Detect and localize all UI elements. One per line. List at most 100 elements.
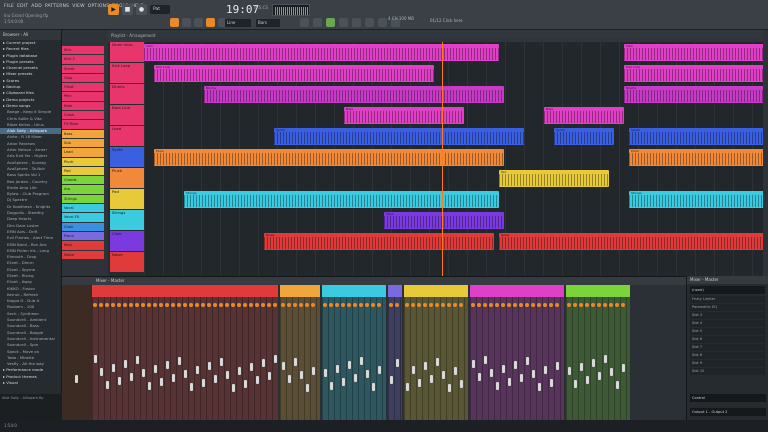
channel-button[interactable]: Choir [62,222,104,231]
pan-knob[interactable] [141,303,145,307]
mixer-fader[interactable] [579,363,583,371]
mixer-fader[interactable] [171,374,175,382]
mixer-group-header[interactable] [388,285,402,297]
mixer-fader[interactable] [371,383,375,391]
pan-knob[interactable] [537,303,541,307]
playlist-clip[interactable]: Bass [344,107,464,124]
pan-knob[interactable] [573,303,577,307]
plugin-picker-icon[interactable] [365,18,374,27]
mixer-group-header[interactable] [470,285,564,297]
mixer-fader[interactable] [267,372,271,380]
track-header[interactable]: Drums [110,84,144,104]
channel-button[interactable]: Bass [62,129,104,138]
step-selector[interactable]: Bars [256,19,280,27]
browser-item[interactable]: Evil Flames - Alert Time [0,235,61,241]
mixer-fader[interactable] [609,368,613,376]
pan-knob[interactable] [153,303,157,307]
pan-knob[interactable] [293,303,297,307]
mixer-window-icon[interactable] [339,18,348,27]
pan-knob[interactable] [549,303,553,307]
browser-item[interactable]: ▸ Visual [0,380,61,386]
channel-button[interactable]: Hihat [62,83,104,92]
mixer-fader[interactable] [519,374,523,382]
mixer-fader[interactable] [117,377,121,385]
pan-knob[interactable] [183,303,187,307]
mixer-fader[interactable] [389,376,393,384]
mixer-fader[interactable] [201,379,205,387]
pan-knob[interactable] [195,303,199,307]
mixer-group-header[interactable] [92,285,278,297]
pan-knob[interactable] [261,303,265,307]
master-fader[interactable] [75,375,78,383]
channel-button[interactable]: Piano [62,231,104,241]
mixer-fader[interactable] [299,371,303,379]
pan-knob[interactable] [165,303,169,307]
mixer-fader[interactable] [591,359,595,367]
mixer-fader[interactable] [129,373,133,381]
mixer-fader[interactable] [365,370,369,378]
pan-knob[interactable] [171,303,175,307]
pan-knob[interactable] [477,303,481,307]
pan-knob[interactable] [105,303,109,307]
pan-knob[interactable] [597,303,601,307]
mixer-fader[interactable] [287,375,291,383]
mixer-fader[interactable] [335,365,339,373]
pan-knob[interactable] [353,303,357,307]
mixer-fader[interactable] [237,367,241,375]
mixer-fader[interactable] [189,383,193,391]
pan-knob[interactable] [417,303,421,307]
channel-button[interactable]: Snare [62,64,104,73]
mixer-fader[interactable] [377,366,381,374]
pan-knob[interactable] [567,303,571,307]
track-header[interactable]: Noise [110,252,144,272]
mixer-fader[interactable] [597,372,601,380]
pan-knob[interactable] [359,303,363,307]
mixer-group-header[interactable] [322,285,386,297]
mixer-fader[interactable] [99,368,103,376]
delete-tool-icon[interactable] [194,18,203,27]
channel-button[interactable]: Vocal FX [62,213,104,222]
pan-knob[interactable] [501,303,505,307]
pan-knob[interactable] [519,303,523,307]
pan-knob[interactable] [99,303,103,307]
channel-button[interactable]: Sub [62,138,104,148]
mixer-fader[interactable] [435,358,439,366]
mixer-fader[interactable] [353,374,357,382]
playlist-clip[interactable]: Bass [544,107,624,124]
mixer-fader[interactable] [543,366,547,374]
channel-button[interactable]: Pad [62,166,104,176]
mixer-fader[interactable] [483,356,487,364]
pan-knob[interactable] [287,303,291,307]
mixer-fader[interactable] [429,375,433,383]
pan-knob[interactable] [159,303,163,307]
pan-knob[interactable] [123,303,127,307]
mixer-fader[interactable] [537,383,541,391]
mixer-fader[interactable] [213,375,217,383]
track-header[interactable]: Synth [110,147,144,167]
pan-knob[interactable] [525,303,529,307]
mixer-fader[interactable] [459,380,463,388]
stop-button[interactable]: ■ [122,4,133,15]
paint-tool-icon[interactable] [182,18,191,27]
pan-knob[interactable] [347,303,351,307]
mixer-group-header[interactable] [404,285,468,297]
mixer-fader[interactable] [489,369,493,377]
menu-item-view[interactable]: VIEW [72,4,85,9]
playlist-clip[interactable]: Pluck [154,149,504,166]
pan-knob[interactable] [219,303,223,307]
mixer-fader[interactable] [549,379,553,387]
channel-button[interactable]: Strings [62,194,104,204]
mixer-fader[interactable] [573,380,577,388]
playlist-clip[interactable]: Intro [144,44,499,61]
pan-knob[interactable] [305,303,309,307]
pan-knob[interactable] [531,303,535,307]
pan-knob[interactable] [243,303,247,307]
playlist-clip[interactable]: Synth [629,128,763,145]
play-button[interactable]: ▶ [108,4,119,15]
mixer-fader[interactable] [507,378,511,386]
channel-button[interactable]: Noise [62,250,104,259]
pan-knob[interactable] [189,303,193,307]
news-ticker[interactable]: 01/12 Click here [430,18,480,27]
pan-knob[interactable] [423,303,427,307]
mixer-fader[interactable] [249,363,253,371]
